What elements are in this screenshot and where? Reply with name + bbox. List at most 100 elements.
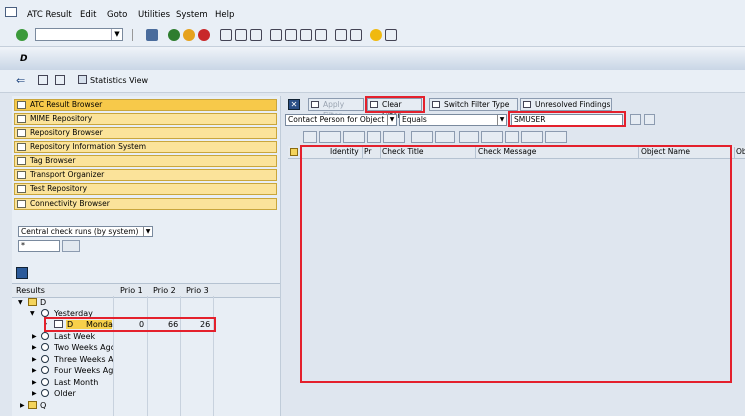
system-icon <box>28 298 37 306</box>
details-icon[interactable] <box>303 131 317 143</box>
apply-filter-button[interactable]: Apply Filter <box>308 98 364 120</box>
col-object-type[interactable]: Ob <box>736 147 745 156</box>
find-icon[interactable] <box>235 29 247 41</box>
app-icon[interactable] <box>5 7 17 17</box>
filter-field-select[interactable]: Contact Person for Object ▼ <box>285 114 397 126</box>
execute-filter-icon[interactable] <box>630 114 641 125</box>
run-variant-select[interactable]: Central check runs (by system) ▼ <box>18 226 153 237</box>
menu-goto[interactable]: Goto <box>107 10 127 20</box>
chevron-down-icon[interactable]: ▼ <box>143 227 152 236</box>
nav-mime-repository[interactable]: MIME Repository <box>14 113 277 125</box>
enter-icon[interactable] <box>16 29 28 41</box>
menu-edit[interactable]: Edit <box>80 10 96 20</box>
node-label: Q <box>40 401 47 410</box>
tree-node-system-q[interactable]: ▶ Q <box>12 400 280 411</box>
chevron-down-icon[interactable]: ▼ <box>387 115 396 125</box>
display-icon[interactable] <box>38 75 48 85</box>
back-icon[interactable] <box>168 29 180 41</box>
collapse-icon[interactable]: ▶ <box>32 354 37 365</box>
expand-icon[interactable]: ▼ <box>18 297 23 308</box>
page-title: D <box>20 54 28 64</box>
info-system-icon <box>17 143 26 151</box>
tree-node-last-week[interactable]: ▶ Last Week <box>12 331 280 342</box>
layout-icon[interactable] <box>521 131 543 143</box>
chevron-down-icon[interactable]: ▼ <box>111 29 122 40</box>
nav-repository-information-system[interactable]: Repository Information System <box>14 141 277 153</box>
tree-node-system-d[interactable]: ▼ D <box>12 297 280 308</box>
menu-utilities[interactable]: Utilities <box>138 10 170 20</box>
prio3-column: Prio 3 <box>186 286 209 295</box>
nav-transport-organizer[interactable]: Transport Organizer <box>14 169 277 181</box>
find-icon[interactable] <box>367 131 381 143</box>
print-icon[interactable] <box>55 75 65 85</box>
exit-icon[interactable] <box>183 29 195 41</box>
command-field[interactable]: ▼ <box>35 28 123 41</box>
print-icon[interactable] <box>220 29 232 41</box>
nav-label: Tag Browser <box>30 156 76 165</box>
statistics-view-button[interactable]: Statistics View <box>90 76 148 85</box>
nav-tag-browser[interactable]: Tag Browser <box>14 155 277 167</box>
last-page-icon[interactable] <box>315 29 327 41</box>
save-icon[interactable] <box>146 29 158 41</box>
menu-atc-result[interactable]: ATC Result <box>27 10 72 20</box>
filter-operator-select[interactable]: Equals ▼ <box>399 114 507 126</box>
menu-help[interactable]: Help <box>215 10 234 20</box>
collapse-icon[interactable]: ▶ <box>32 365 37 376</box>
menu-system[interactable]: System <box>176 10 208 20</box>
shortcut-icon[interactable] <box>350 29 362 41</box>
sort-ascending-icon[interactable] <box>319 131 341 143</box>
unresolved-findings-button[interactable]: Unresolved Findings <box>520 98 612 111</box>
sort-descending-icon[interactable] <box>343 131 365 143</box>
collapse-icon[interactable]: ▶ <box>32 342 37 353</box>
tree-node-older[interactable]: ▶ Older <box>12 388 280 399</box>
nav-label: Transport Organizer <box>30 170 105 179</box>
previous-page-icon[interactable] <box>285 29 297 41</box>
layout-icon[interactable] <box>385 29 397 41</box>
application-toolbar: ⇐ Statistics View <box>0 70 745 93</box>
collapse-icon[interactable]: ▶ <box>20 400 25 411</box>
refresh-icon[interactable] <box>16 267 28 279</box>
subtotal-icon[interactable] <box>435 131 455 143</box>
new-session-icon[interactable] <box>335 29 347 41</box>
nav-repository-browser[interactable]: Repository Browser <box>14 127 277 139</box>
tree-node-two-weeks-ago[interactable]: ▶ Two Weeks Ago <box>12 342 280 353</box>
button-label: Switch Filter Type <box>444 100 510 109</box>
collapse-icon[interactable]: ▶ <box>32 331 37 342</box>
next-page-icon[interactable] <box>300 29 312 41</box>
nav-connectivity-browser[interactable]: Connectivity Browser <box>14 198 277 210</box>
find-next-icon[interactable] <box>250 29 262 41</box>
node-label: Last Week <box>54 332 96 341</box>
help-icon[interactable] <box>370 29 382 41</box>
nav-atc-result-browser[interactable]: ATC Result Browser <box>14 99 277 111</box>
select-all-icon[interactable] <box>290 148 298 156</box>
cancel-icon[interactable] <box>198 29 210 41</box>
filter-icon[interactable] <box>383 131 405 143</box>
clock-icon <box>41 343 49 351</box>
export-icon[interactable] <box>505 131 519 143</box>
expand-icon[interactable]: ▼ <box>30 308 35 319</box>
highlight-box <box>365 96 425 113</box>
sum-icon[interactable] <box>411 131 433 143</box>
columns-icon[interactable] <box>545 131 567 143</box>
switch-filter-type-button[interactable]: Switch Filter Type <box>429 98 518 111</box>
collapse-icon[interactable]: ▶ <box>32 377 37 388</box>
close-icon[interactable]: ✕ <box>288 99 300 110</box>
highlight-box <box>508 111 626 127</box>
binoculars-icon[interactable] <box>62 240 80 252</box>
first-page-icon[interactable] <box>270 29 282 41</box>
tree-node-three-weeks-ago[interactable]: ▶ Three Weeks Ago <box>12 354 280 365</box>
print-icon[interactable] <box>459 131 479 143</box>
collapse-icon[interactable]: ▶ <box>32 388 37 399</box>
system-icon <box>28 401 37 409</box>
statistics-icon[interactable] <box>78 75 87 84</box>
back-arrow-icon[interactable]: ⇐ <box>16 74 25 87</box>
chevron-down-icon[interactable]: ▼ <box>497 115 506 125</box>
nav-label: Test Repository <box>30 184 88 193</box>
filter-input[interactable]: * <box>18 240 60 252</box>
nav-test-repository[interactable]: Test Repository <box>14 183 277 195</box>
view-icon[interactable] <box>481 131 503 143</box>
clock-icon <box>41 355 49 363</box>
save-filter-icon[interactable] <box>644 114 655 125</box>
tree-node-four-weeks-ago[interactable]: ▶ Four Weeks Ago <box>12 365 280 376</box>
tree-node-last-month[interactable]: ▶ Last Month <box>12 377 280 388</box>
